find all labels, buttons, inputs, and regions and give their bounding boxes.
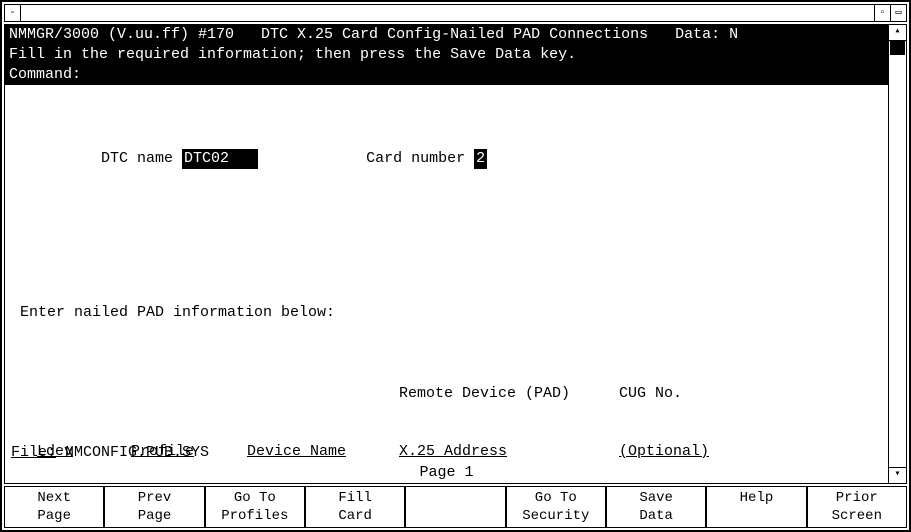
file-line: File: NMCONFIG.PUB.SYS: [11, 444, 209, 461]
softkey-f1[interactable]: NextPage: [5, 487, 105, 527]
dtc-name-field[interactable]: DTC02: [182, 149, 258, 169]
col-head-cug-b: (Optional): [619, 443, 709, 460]
window-titlebar: - ▫ ▭: [4, 4, 907, 22]
window-frame: - ▫ ▭ NMMGR/3000 (V.uu.ff) #170 DTC X.25…: [0, 0, 911, 532]
dtc-row: DTC name DTC02 Card number 2: [11, 129, 882, 189]
scroll-track[interactable]: [889, 41, 906, 467]
col-head-x25-b: X.25 Address: [399, 443, 507, 460]
terminal-screen: NMMGR/3000 (V.uu.ff) #170 DTC X.25 Card …: [4, 24, 889, 484]
screen-title: NMMGR/3000 (V.uu.ff) #170 DTC X.25 Card …: [5, 25, 888, 45]
window-max-icon[interactable]: ▭: [890, 5, 906, 21]
command-prompt[interactable]: Command:: [5, 65, 888, 85]
file-path: NMCONFIG.PUB.SYS: [65, 444, 209, 461]
enter-prompt: Enter nailed PAD information below:: [11, 303, 882, 323]
dtc-name-label: DTC name: [101, 149, 182, 169]
window-menu-icon[interactable]: -: [5, 5, 21, 21]
softkey-f8[interactable]: Help: [707, 487, 807, 527]
scroll-down-icon[interactable]: ▾: [889, 467, 906, 483]
softkey-f2[interactable]: PrevPage: [105, 487, 205, 527]
col-head-x25-a: Remote Device (PAD): [399, 385, 619, 403]
softkey-f4[interactable]: FillCard: [306, 487, 406, 527]
softkey-f5: [406, 487, 506, 527]
softkey-f3[interactable]: Go ToProfiles: [206, 487, 306, 527]
scroll-thumb[interactable]: [890, 41, 905, 55]
titlebar-spacer: [21, 5, 874, 21]
card-number-field[interactable]: 2: [474, 149, 487, 169]
col-head-cug-a: CUG No.: [619, 385, 682, 403]
page-indicator: Page 1: [5, 464, 888, 481]
softkey-f7[interactable]: SaveData: [607, 487, 707, 527]
card-number-label: Card number: [366, 149, 474, 169]
softkey-bar: NextPagePrevPageGo ToProfilesFillCard Go…: [4, 486, 907, 528]
softkey-f9[interactable]: PriorScreen: [808, 487, 906, 527]
window-min-icon[interactable]: ▫: [874, 5, 890, 21]
scroll-up-icon[interactable]: ▴: [889, 25, 906, 41]
vertical-scrollbar[interactable]: ▴ ▾: [889, 24, 907, 484]
col-head-devname: Device Name: [247, 443, 346, 460]
screen-instruction: Fill in the required information; then p…: [5, 45, 888, 65]
softkey-f6[interactable]: Go ToSecurity: [507, 487, 607, 527]
file-label: File:: [11, 444, 56, 461]
